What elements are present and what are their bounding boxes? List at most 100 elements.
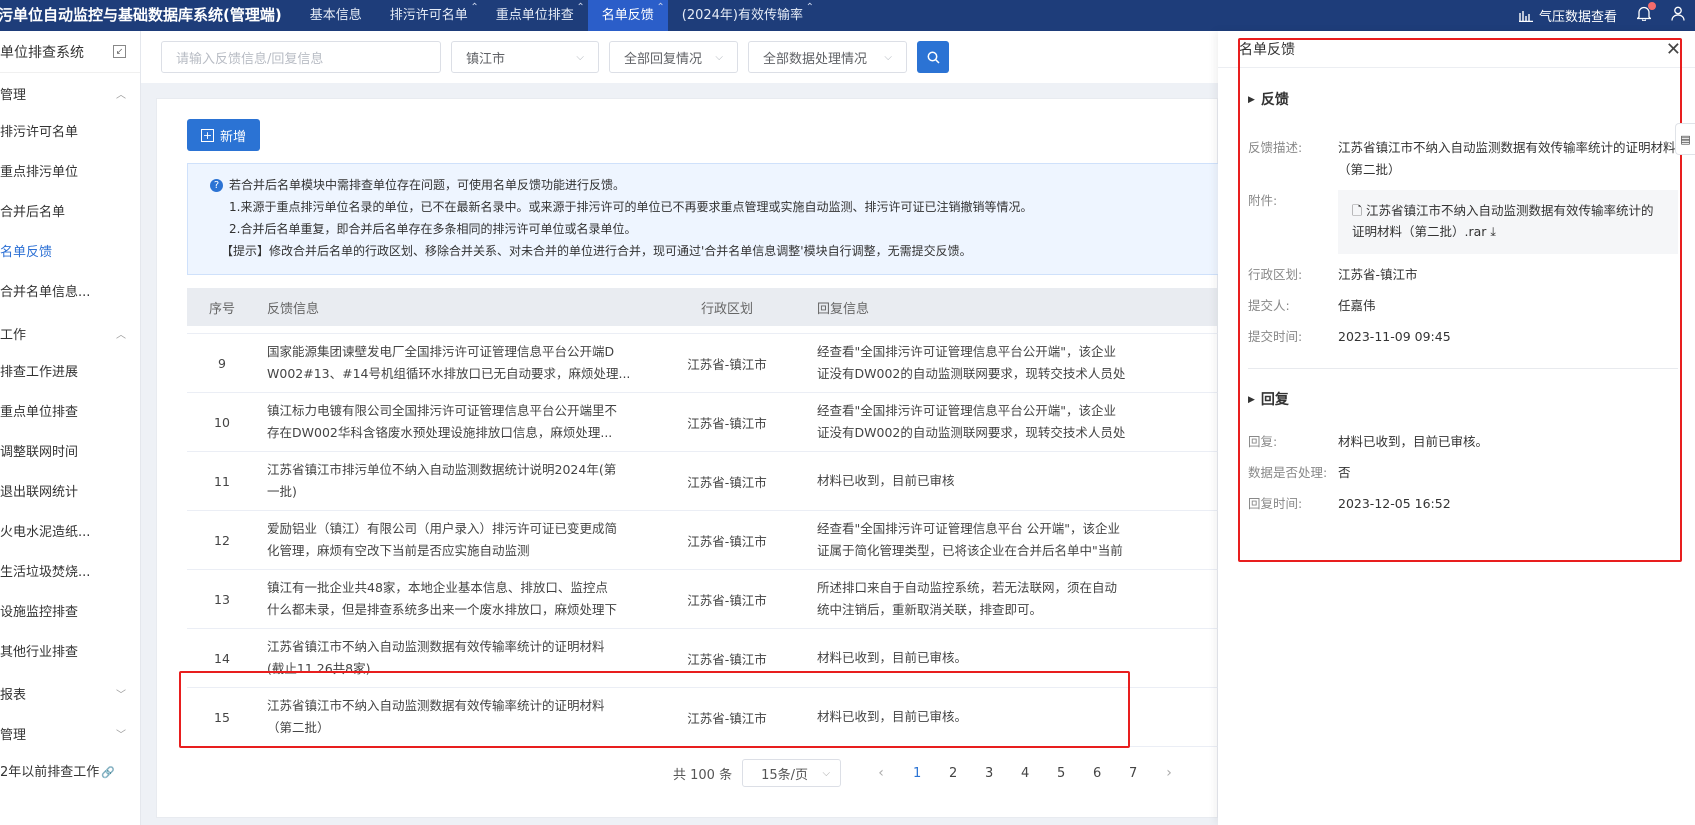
page-number[interactable]: 4 bbox=[1007, 766, 1043, 781]
link-icon: 🔗 bbox=[101, 766, 115, 779]
sidebar-item-10[interactable]: 退出联网统计 bbox=[0, 473, 140, 513]
sidebar-item-4[interactable]: 名单反馈 bbox=[0, 233, 140, 273]
reply-section-title[interactable]: ▶ 回复 bbox=[1248, 389, 1289, 409]
sidebar-group-6[interactable]: 工作 ︿ bbox=[0, 313, 140, 353]
divider bbox=[1248, 368, 1678, 369]
tab-transmission-rate[interactable]: (2024年)有效传输率 ⌃ bbox=[668, 0, 817, 31]
sidebar-header: 单位排查系统 ↙ bbox=[0, 31, 140, 73]
page-number[interactable]: 7 bbox=[1115, 766, 1151, 781]
chevron-down-icon: ﹀ bbox=[116, 729, 126, 741]
next-page-icon[interactable]: › bbox=[1151, 765, 1187, 781]
sidebar-item-3[interactable]: 合并后名单 bbox=[0, 193, 140, 233]
notification-dot bbox=[1648, 2, 1656, 10]
data-status-select[interactable]: 全部数据处理情况 ⌵ bbox=[748, 41, 907, 73]
sidebar: 单位排查系统 ↙ 管理 ︿ 排污许可名单 重点排污单位 合并后名单 名单反馈 合并名单信息.… bbox=[0, 31, 141, 825]
page-number[interactable]: 6 bbox=[1079, 766, 1115, 781]
page-size-select[interactable]: 15条/页 ⌵ bbox=[742, 759, 842, 787]
notification-bell-icon[interactable] bbox=[1635, 2, 1656, 25]
tab-basic-info[interactable]: 基本信息 bbox=[296, 0, 376, 31]
chevron-up-icon: ︿ bbox=[116, 89, 126, 101]
tab-close-icon[interactable]: ⌃ bbox=[656, 0, 664, 23]
pressure-data-link[interactable]: 气压数据查看 bbox=[1518, 6, 1617, 25]
page-number[interactable]: 3 bbox=[971, 766, 1007, 781]
chevron-down-icon: ⌵ bbox=[576, 51, 584, 63]
close-icon[interactable]: ✕ bbox=[1666, 39, 1681, 60]
sidebar-group-16[interactable]: 管理 ﹀ bbox=[0, 713, 140, 753]
table-row[interactable]: 15 江苏省镇江市不纳入自动监测数据有效传输率统计的证明材料 （第二批） 江苏省-镇江… bbox=[187, 688, 1219, 747]
filter-bar: 请输入反馈信息/回复信息 镇江市 ⌵ 全部回复情况 ⌵ 全部数据处理情况 ⌵ bbox=[141, 31, 1218, 83]
table-row-partial bbox=[187, 326, 1219, 334]
download-icon[interactable]: ⤓ bbox=[1486, 224, 1496, 239]
desc-field: 反馈描述: 江苏省镇江市不纳入自动监测数据有效传输率统计的证明材料（第二批） bbox=[1248, 140, 1676, 177]
attachment-link[interactable]: 🗋 江苏省镇江市不纳入自动监测数据有效传输率统计的证明材料（第二批）.rar ⤓ bbox=[1338, 190, 1678, 254]
chevron-down-icon: ﹀ bbox=[116, 689, 126, 701]
table-row[interactable]: 11 江苏省镇江市排污单位不纳入自动监测数据统计说明2024年(第 一批) 江苏省-镇… bbox=[187, 452, 1219, 511]
feedback-table: 序号 反馈信息 行政区划 回复信息 9 国家能源集团谏壁发电厂全国排污许可证管理信… bbox=[187, 288, 1219, 747]
reply-field: 回复: 材料已收到，目前已审核。 bbox=[1248, 434, 1489, 449]
tab-permit-list[interactable]: 排污许可名单 ⌃ bbox=[376, 0, 482, 31]
table-row[interactable]: 12 爱励铝业（镇江）有限公司（用户录入）排污许可证已变更成简 化管理，麻烦有空改下… bbox=[187, 511, 1219, 570]
chevron-down-icon: ⌵ bbox=[715, 51, 723, 63]
sidebar-item-7[interactable]: 排查工作进展 bbox=[0, 353, 140, 393]
tab-close-icon[interactable]: ⌃ bbox=[470, 0, 478, 23]
caret-right-icon: ▶ bbox=[1248, 395, 1255, 405]
sidebar-item-8[interactable]: 重点单位排查 bbox=[0, 393, 140, 433]
pagination: 共 100 条 15条/页 ⌵ ‹ 1234567 › bbox=[673, 759, 1187, 787]
search-input[interactable]: 请输入反馈信息/回复信息 bbox=[161, 41, 441, 73]
drawer-header: 名单反馈 ✕ bbox=[1218, 31, 1695, 68]
sidebar-group-15[interactable]: 报表 ﹀ bbox=[0, 673, 140, 713]
feedback-section-title[interactable]: ▶ 反馈 bbox=[1248, 89, 1289, 109]
feedback-detail-drawer: 名单反馈 ✕ ▶ 反馈 反馈描述: 江苏省镇江市不纳入自动监测数据有效传输率统计的证… bbox=[1218, 31, 1695, 825]
sidebar-item-17[interactable]: 2年以前排查工作 🔗 bbox=[0, 753, 140, 793]
reply-status-select[interactable]: 全部回复情况 ⌵ bbox=[609, 41, 738, 73]
table-row[interactable]: 13 镇江有一批企业共48家，本地企业基本信息、排放口、监控点 什么都未录，但是排查… bbox=[187, 570, 1219, 629]
sidebar-item-2[interactable]: 重点排污单位 bbox=[0, 153, 140, 193]
app-title: 污单位自动监控与基础数据库系统(管理端) bbox=[0, 6, 282, 24]
page-number[interactable]: 5 bbox=[1043, 766, 1079, 781]
table-row[interactable]: 9 国家能源集团谏壁发电厂全国排污许可证管理信息平台公开端D W002#13、#14… bbox=[187, 334, 1219, 393]
caret-right-icon: ▶ bbox=[1248, 95, 1255, 105]
add-button[interactable]: + 新增 bbox=[187, 119, 261, 151]
sidebar-group-0[interactable]: 管理 ︿ bbox=[0, 73, 140, 113]
sidebar-item-1[interactable]: 排污许可名单 bbox=[0, 113, 140, 153]
tab-key-unit-check[interactable]: 重点单位排查 ⌃ bbox=[482, 0, 588, 31]
city-select[interactable]: 镇江市 ⌵ bbox=[451, 41, 599, 73]
page-number[interactable]: 1 bbox=[899, 766, 935, 781]
sidebar-item-9[interactable]: 调整联网时间 bbox=[0, 433, 140, 473]
submitter-field: 提交人: 任嘉伟 bbox=[1248, 298, 1376, 313]
area-field: 行政区划: 江苏省-镇江市 bbox=[1248, 267, 1418, 282]
tab-close-icon[interactable]: ⌃ bbox=[806, 0, 814, 23]
page-number[interactable]: 2 bbox=[935, 766, 971, 781]
prev-page-icon[interactable]: ‹ bbox=[863, 765, 899, 781]
chevron-down-icon: ⌵ bbox=[822, 767, 831, 779]
table-row[interactable]: 10 镇江标力电镀有限公司全国排污许可证管理信息平台公开端里不 存在DW002华科含… bbox=[187, 393, 1219, 452]
submit-time-field: 提交时间: 2023-11-09 09:45 bbox=[1248, 329, 1451, 344]
side-toggle-icon[interactable]: ▤ bbox=[1675, 123, 1695, 155]
chevron-up-icon: ︿ bbox=[116, 329, 126, 341]
question-icon: ? bbox=[210, 179, 223, 192]
notice-box: ? 若合并后名单模块中需排查单位存在问题，可使用名单反馈功能进行反馈。 1.来源于… bbox=[187, 163, 1219, 275]
reply-time-field: 回复时间: 2023-12-05 16:52 bbox=[1248, 496, 1451, 511]
processed-field: 数据是否处理: 否 bbox=[1248, 465, 1351, 480]
sidebar-item-13[interactable]: 设施监控排查 bbox=[0, 593, 140, 633]
top-right-tools: 气压数据查看 bbox=[1518, 0, 1695, 31]
main-panel: + 新增 ? 若合并后名单模块中需排查单位存在问题，可使用名单反馈功能进行反馈。 … bbox=[156, 98, 1219, 818]
search-icon bbox=[927, 51, 940, 64]
table-row[interactable]: 14 江苏省镇江市不纳入自动监测数据有效传输率统计的证明材料 (截止11.26共8家… bbox=[187, 629, 1219, 688]
collapse-sidebar-icon[interactable]: ↙ bbox=[113, 45, 126, 58]
top-bar: 污单位自动监控与基础数据库系统(管理端) 基本信息 排污许可名单 ⌃ 重点单位排查… bbox=[0, 0, 1695, 31]
user-icon[interactable] bbox=[1671, 6, 1685, 25]
sidebar-item-14[interactable]: 其他行业排查 bbox=[0, 633, 140, 673]
search-button[interactable] bbox=[917, 41, 949, 73]
sidebar-menu: 管理 ︿ 排污许可名单 重点排污单位 合并后名单 名单反馈 合并名单信息... 工作 ︿ 排查工作… bbox=[0, 73, 140, 793]
table-header: 序号 反馈信息 行政区划 回复信息 bbox=[187, 288, 1219, 326]
tab-close-icon[interactable]: ⌃ bbox=[576, 0, 584, 23]
file-icon: 🗋 bbox=[1352, 203, 1367, 218]
chart-icon bbox=[1518, 10, 1533, 22]
sidebar-item-11[interactable]: 火电水泥造纸... bbox=[0, 513, 140, 553]
tab-list-feedback[interactable]: 名单反馈 ⌃ bbox=[587, 0, 668, 31]
chevron-down-icon: ⌵ bbox=[884, 51, 892, 63]
sidebar-item-12[interactable]: 生活垃圾焚烧... bbox=[0, 553, 140, 593]
plus-icon: + bbox=[201, 128, 214, 142]
sidebar-item-5[interactable]: 合并名单信息... bbox=[0, 273, 140, 313]
